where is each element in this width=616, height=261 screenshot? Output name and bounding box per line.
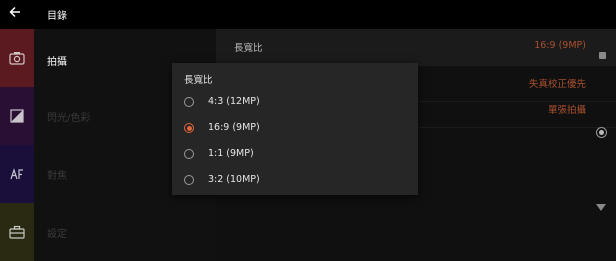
option-label: 4:3 (12MP) [208, 96, 260, 107]
rail-item-flash-color[interactable] [0, 87, 34, 145]
option-1-1[interactable]: 1:1 (9MP) [172, 141, 418, 167]
option-label: 3:2 (10MP) [208, 174, 260, 185]
setting-value: 失真校正優先 [528, 79, 586, 90]
category-label-shooting[interactable]: 拍攝 [47, 53, 67, 68]
category-rail [0, 29, 34, 261]
option-16-9[interactable]: 16:9 (9MP) [172, 115, 418, 141]
radio-button[interactable] [184, 149, 194, 159]
radio-button[interactable] [184, 175, 194, 185]
radio-button[interactable] [184, 97, 194, 107]
toolbox-icon [9, 225, 25, 239]
rail-item-settings[interactable] [0, 203, 34, 261]
option-4-3[interactable]: 4:3 (12MP) [172, 89, 418, 115]
rail-item-shooting[interactable] [0, 29, 34, 87]
category-label-focus[interactable]: 對焦 [47, 167, 67, 182]
category-label-flash-color[interactable]: 閃光/色彩 [47, 109, 90, 124]
option-3-2[interactable]: 3:2 (10MP) [172, 167, 418, 193]
toggle-radio[interactable] [596, 127, 607, 138]
setting-value: 16:9 (9MP) [534, 40, 586, 51]
exposure-icon [10, 109, 24, 123]
aspect-ratio-dialog: 長寬比 4:3 (12MP) 16:9 (9MP) 1:1 (9MP) 3:2 … [172, 63, 418, 195]
dialog-title: 長寬比 [184, 75, 213, 86]
rail-item-focus[interactable] [0, 145, 34, 203]
page-title: 目錄 [47, 11, 67, 22]
setting-label: 長寬比 [234, 43, 263, 54]
camera-icon [9, 52, 25, 65]
af-icon [10, 168, 23, 180]
setting-row-aspect-ratio[interactable]: 長寬比 16:9 (9MP) [216, 29, 616, 66]
option-label: 16:9 (9MP) [208, 122, 260, 133]
radio-button-selected[interactable] [184, 123, 194, 133]
scrollbar-thumb[interactable] [599, 52, 606, 59]
back-arrow-icon[interactable] [8, 4, 28, 24]
option-label: 1:1 (9MP) [208, 148, 254, 159]
category-label-settings[interactable]: 設定 [47, 225, 67, 240]
setting-value: 單張拍攝 [547, 105, 586, 116]
app-bar: 目錄 [0, 0, 616, 29]
chevron-down-icon[interactable] [596, 204, 606, 211]
